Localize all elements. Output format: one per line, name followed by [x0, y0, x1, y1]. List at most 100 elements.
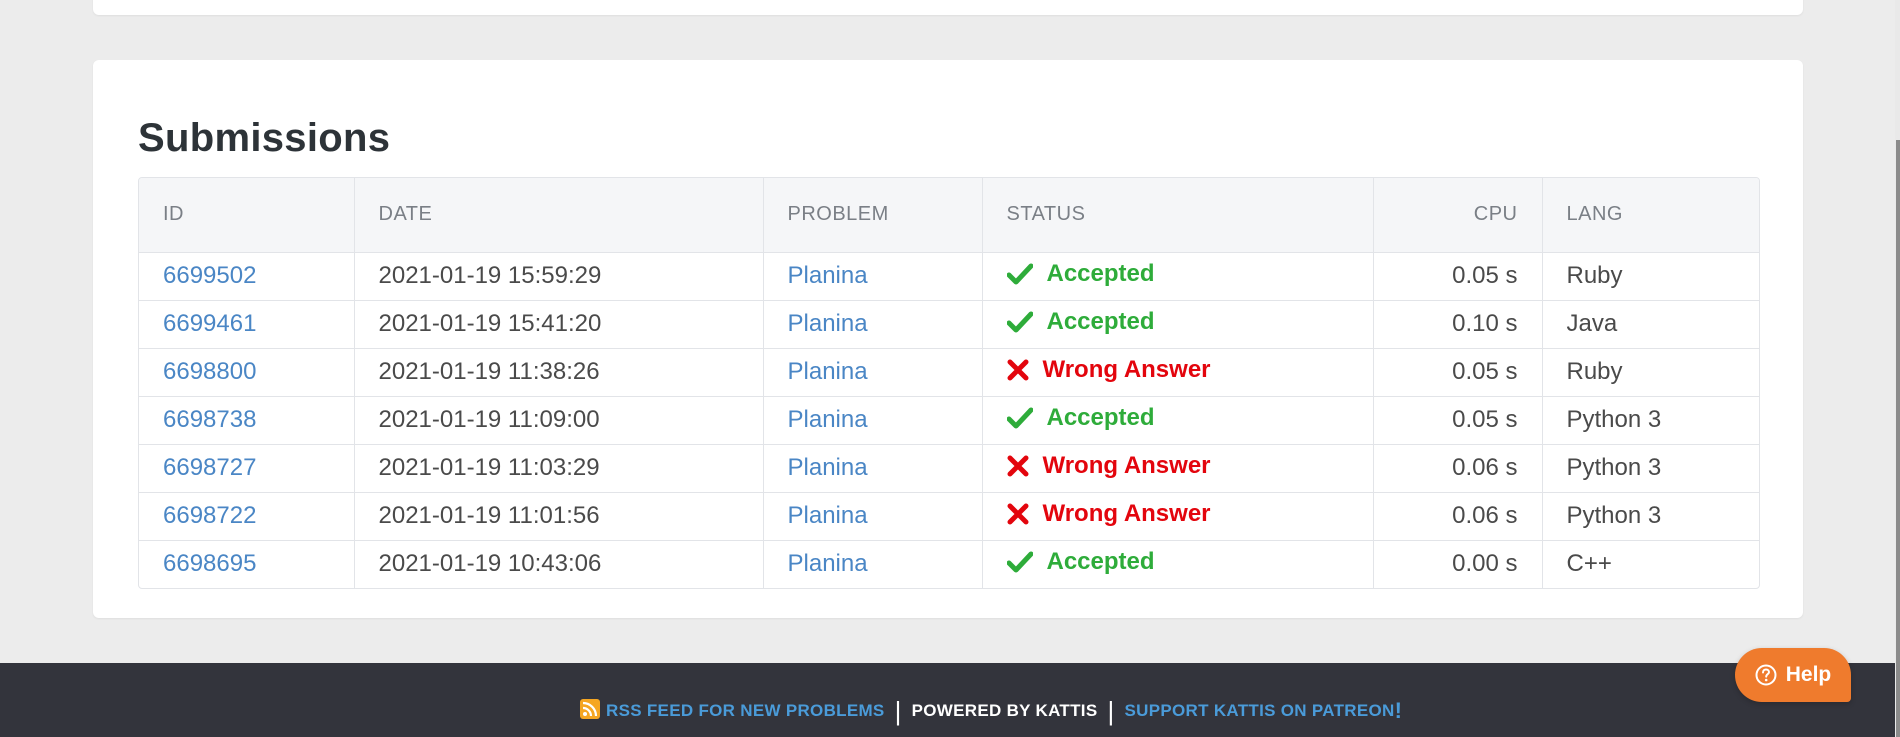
help-button[interactable]: Help [1735, 648, 1851, 702]
table-row: 6698738 2021-01-19 11:09:00 Planina Accepte… [139, 396, 1759, 445]
cell-status: Accepted [982, 396, 1374, 445]
status-label: Accepted [1046, 308, 1155, 335]
cell-status: Accepted [982, 300, 1374, 349]
table-row: 6699461 2021-01-19 15:41:20 Planina Accepte… [139, 300, 1759, 349]
status-label: Wrong Answer [1042, 500, 1211, 527]
cell-problem: Planina [763, 252, 983, 301]
question-circle-icon [1755, 664, 1777, 686]
check-icon [1006, 311, 1047, 333]
table-row: 6698722 2021-01-19 11:01:56 Planina Wrong A… [139, 492, 1759, 541]
footer-links: RSS FEED FOR NEW PROBLEMS | POWERED BY K… [580, 698, 1402, 724]
cell-problem: Planina [763, 444, 983, 493]
submission-id-link[interactable]: 6698695 [163, 550, 256, 577]
patreon-link[interactable]: SUPPORT KATTIS ON PATREON [1125, 701, 1395, 721]
cell-date: 2021-01-19 11:38:26 [354, 348, 764, 397]
table-body: 6699502 2021-01-19 15:59:29 Planina Accepte… [139, 252, 1759, 588]
cell-cpu: 0.05 s [1373, 396, 1543, 445]
cell-cpu: 0.10 s [1373, 300, 1543, 349]
check-icon [1006, 407, 1047, 429]
submission-id-link[interactable]: 6699502 [163, 262, 256, 289]
cell-lang: Ruby [1542, 252, 1759, 301]
table-row: 6699502 2021-01-19 15:59:29 Planina Accepte… [139, 252, 1759, 301]
cell-cpu: 0.06 s [1373, 492, 1543, 541]
cell-status: Accepted [982, 540, 1374, 588]
scrollbar-thumb[interactable] [1896, 140, 1900, 737]
problem-link[interactable]: Planina [788, 358, 868, 385]
cell-date: 2021-01-19 11:09:00 [354, 396, 764, 445]
cell-id: 6698695 [139, 540, 355, 588]
status-badge: Accepted [1006, 404, 1155, 432]
cell-lang: Python 3 [1542, 492, 1759, 541]
check-icon [1006, 551, 1047, 573]
page-scrollbar[interactable] [1895, 0, 1900, 737]
submission-id-link[interactable]: 6698738 [163, 406, 256, 433]
header-status: STATUS [982, 178, 1374, 253]
status-badge: Accepted [1006, 548, 1155, 576]
problem-link[interactable]: Planina [788, 550, 868, 577]
cell-status: Wrong Answer [982, 444, 1374, 493]
problem-link[interactable]: Planina [788, 310, 868, 337]
status-label: Wrong Answer [1042, 356, 1211, 383]
cross-icon [1007, 359, 1043, 381]
cell-id: 6699502 [139, 252, 355, 301]
cell-id: 6698738 [139, 396, 355, 445]
rss-icon[interactable] [580, 698, 600, 724]
footer-separator: | [1107, 696, 1115, 726]
status-badge: Accepted [1006, 260, 1155, 288]
submissions-card: Submissions ID DATE PROBLEM STATUS CPU L… [93, 60, 1803, 618]
cell-cpu: 0.05 s [1373, 348, 1543, 397]
table-row: 6698800 2021-01-19 11:38:26 Planina Wrong A… [139, 348, 1759, 397]
cell-date: 2021-01-19 11:01:56 [354, 492, 764, 541]
header-lang: LANG [1542, 178, 1759, 253]
table-row: 6698695 2021-01-19 10:43:06 Planina Accepte… [139, 540, 1759, 588]
submission-id-link[interactable]: 6699461 [163, 310, 256, 337]
cell-problem: Planina [763, 540, 983, 588]
problem-link[interactable]: Planina [788, 454, 868, 481]
submissions-table: ID DATE PROBLEM STATUS CPU LANG 6699502 2… [139, 178, 1759, 588]
header-problem: PROBLEM [763, 178, 983, 253]
submission-id-link[interactable]: 6698727 [163, 454, 256, 481]
footer: RSS FEED FOR NEW PROBLEMS | POWERED BY K… [0, 663, 1895, 737]
problem-link[interactable]: Planina [788, 262, 868, 289]
cell-id: 6698727 [139, 444, 355, 493]
rss-feed-link[interactable]: RSS FEED FOR NEW PROBLEMS [606, 701, 885, 721]
cell-status: Accepted [982, 252, 1374, 301]
cell-lang: Python 3 [1542, 396, 1759, 445]
cell-cpu: 0.05 s [1373, 252, 1543, 301]
cell-cpu: 0.00 s [1373, 540, 1543, 588]
cell-date: 2021-01-19 11:03:29 [354, 444, 764, 493]
submission-id-link[interactable]: 6698800 [163, 358, 256, 385]
previous-section-card [93, 0, 1803, 15]
header-row: ID DATE PROBLEM STATUS CPU LANG [139, 178, 1759, 253]
cell-problem: Planina [763, 396, 983, 445]
patreon-exclamation: ! [1394, 698, 1403, 723]
cell-lang: Java [1542, 300, 1759, 349]
cell-date: 2021-01-19 15:41:20 [354, 300, 764, 349]
help-label: Help [1785, 663, 1832, 686]
cell-id: 6698800 [139, 348, 355, 397]
table-row: 6698727 2021-01-19 11:03:29 Planina Wrong A… [139, 444, 1759, 493]
cell-cpu: 0.06 s [1373, 444, 1543, 493]
cell-id: 6698722 [139, 492, 355, 541]
status-label: Accepted [1046, 548, 1155, 576]
status-badge: Wrong Answer [1007, 452, 1211, 480]
submission-id-link[interactable]: 6698722 [163, 502, 256, 529]
check-icon [1006, 263, 1047, 285]
submissions-table-wrapper: ID DATE PROBLEM STATUS CPU LANG 6699502 2… [138, 177, 1760, 589]
cell-status: Wrong Answer [982, 348, 1374, 397]
status-label: Wrong Answer [1042, 452, 1211, 479]
header-id: ID [139, 178, 355, 253]
powered-by-label: POWERED BY KATTIS [911, 701, 1098, 720]
cell-date: 2021-01-19 10:43:06 [354, 540, 764, 588]
problem-link[interactable]: Planina [788, 502, 868, 529]
cell-lang: Python 3 [1542, 444, 1759, 493]
cross-icon [1007, 455, 1043, 477]
header-date: DATE [354, 178, 764, 253]
header-cpu: CPU [1373, 178, 1543, 253]
status-badge: Wrong Answer [1007, 500, 1211, 528]
cell-lang: Ruby [1542, 348, 1759, 397]
problem-link[interactable]: Planina [788, 406, 868, 433]
cell-lang: C++ [1566, 550, 1612, 578]
cell-problem: Planina [763, 348, 983, 397]
status-label: Accepted [1046, 260, 1155, 287]
